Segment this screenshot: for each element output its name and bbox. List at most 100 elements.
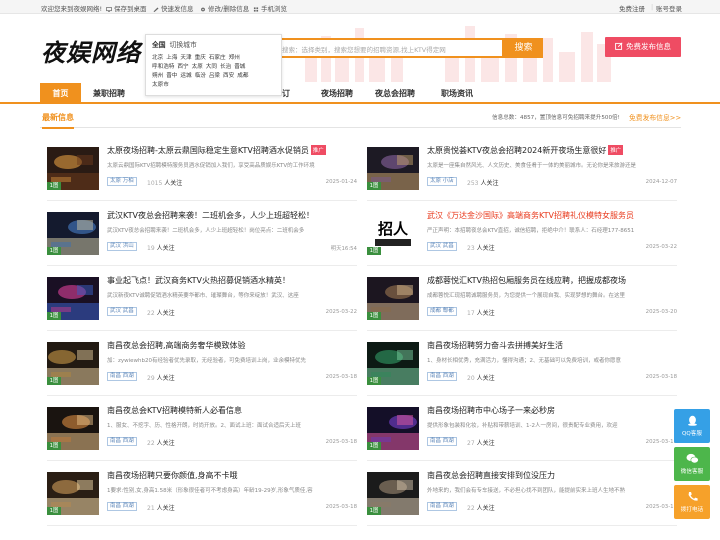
city-link[interactable]: 呼和浩特 bbox=[152, 64, 174, 70]
listing-card[interactable]: 1图 南昌夜场招聘只要你颜值,身高不卡哦 1要求:性别,女,身高1.58米（形象很佳… bbox=[47, 470, 357, 532]
city-link[interactable]: 郑州 bbox=[229, 55, 240, 61]
edit-icon bbox=[615, 42, 623, 50]
listing-title-text: 南昌夜总会招聘直接安排到位没压力 bbox=[427, 471, 555, 480]
listing-thumbnail[interactable]: 1图 bbox=[47, 212, 99, 255]
listing-title[interactable]: 南昌夜场招聘努力奋斗去拼搏美好生活 bbox=[427, 340, 563, 351]
location-chip[interactable]: 武汉 武昌 bbox=[107, 307, 137, 316]
listing-card[interactable]: 1图 太原夜场招聘-太原云鼎国际稳定生意KTV招聘酒水促销员 推广 太原云鼎国际KTV… bbox=[47, 145, 357, 207]
save-desktop-link[interactable]: 保存到桌面 bbox=[106, 3, 147, 13]
listing-card[interactable]: 1图 太原贵悦荟KTV夜总会招聘2024新开夜场生意很好 推广 太原是一座集自然风光、… bbox=[367, 145, 677, 207]
nav-item-club[interactable]: 夜总会招聘 bbox=[370, 83, 420, 104]
listing-title[interactable]: 南昌夜场招聘只要你颜值,身高不卡哦 bbox=[107, 470, 238, 481]
listing-title[interactable]: 事业起飞点！武汉商务KTV火热招募促销酒水精英！ bbox=[107, 275, 290, 286]
listing-title[interactable]: 武汉《万达金沙国际》高端商务KTV招聘礼仪模特女服务员 bbox=[427, 210, 634, 221]
location-chip[interactable]: 南昌 西湖 bbox=[107, 437, 137, 446]
attention-count: 1015 人关注 bbox=[147, 178, 182, 187]
listing-title[interactable]: 太原夜场招聘-太原云鼎国际稳定生意KTV招聘酒水促销员 推广 bbox=[107, 145, 326, 156]
listing-title[interactable]: 成都蓉悦汇KTV热招包厢服务员在线应聘，把握成都夜场 bbox=[427, 275, 626, 286]
register-link[interactable]: 免费注册 bbox=[619, 3, 645, 13]
city-link[interactable]: 晋城 bbox=[234, 64, 245, 70]
location-chip[interactable]: 武汉 洪山 bbox=[107, 242, 137, 251]
listing-title[interactable]: 武汉KTV夜总会招聘来袭！二班机会多，人少上班超轻松！ bbox=[107, 210, 314, 221]
location-chip[interactable]: 南昌 西湖 bbox=[427, 502, 457, 511]
photo-count-badge: 1图 bbox=[47, 442, 61, 450]
city-link[interactable]: 重庆 bbox=[195, 55, 206, 61]
listing-thumbnail[interactable]: 招人 1图 bbox=[367, 212, 419, 255]
listing-thumbnail[interactable]: 1图 bbox=[367, 342, 419, 385]
city-link[interactable]: 太原 bbox=[192, 64, 203, 70]
location-chip[interactable]: 武汉 武昌 bbox=[427, 242, 457, 251]
nav-item-parttime[interactable]: 兼职招聘 bbox=[84, 83, 134, 104]
float-wechat-button[interactable]: 微信客服 bbox=[674, 447, 710, 481]
float-qq-button[interactable]: QQ客服 bbox=[674, 409, 710, 443]
listing-card[interactable]: 1图 南昌夜总会招聘,高端商务奢华模致体验 加：zywiewhb20有经验者优先录取… bbox=[47, 340, 357, 402]
listing-card[interactable]: 1图 南昌夜场招聘努力奋斗去拼搏美好生活 1、身材长相优秀，充满活力，懂得沟通；2、… bbox=[367, 340, 677, 402]
city-link[interactable]: 西宁 bbox=[177, 64, 188, 70]
location-chip[interactable]: 成都 郫都 bbox=[427, 307, 457, 316]
listing-thumbnail[interactable]: 1图 bbox=[367, 472, 419, 515]
grid-icon bbox=[253, 6, 259, 12]
switch-city-link[interactable]: 切换城市 bbox=[170, 41, 197, 49]
page: 欢迎您来到夜娱网络! 保存到桌面 快速发信息 修改/删除信息 手机浏览 免费注册… bbox=[0, 0, 720, 540]
location-chip[interactable]: 南昌 西湖 bbox=[107, 502, 137, 511]
city-link[interactable]: 吕梁 bbox=[209, 73, 220, 79]
float-phone-button[interactable]: 拨打电话 bbox=[674, 485, 710, 519]
city-link[interactable]: 临汾 bbox=[195, 73, 206, 79]
edit-delete-link[interactable]: 修改/删除信息 bbox=[200, 3, 249, 13]
location-chip[interactable]: 南昌 西湖 bbox=[427, 372, 457, 381]
city-link[interactable]: 朔州 bbox=[152, 73, 163, 79]
listing-title[interactable]: 南昌夜总会招聘,高端商务奢华模致体验 bbox=[107, 340, 246, 351]
section-publish-link[interactable]: 免费发布信息>> bbox=[629, 112, 681, 122]
city-link[interactable]: 成都 bbox=[237, 73, 248, 79]
nav-item-home[interactable]: 首页 bbox=[40, 83, 81, 104]
listing-card[interactable]: 招人 1图 武汉《万达金沙国际》高端商务KTV招聘礼仪模特女服务员 严正声明：本招聘夜… bbox=[367, 210, 677, 272]
city-link[interactable]: 大同 bbox=[206, 64, 217, 70]
listing-thumbnail[interactable]: 1图 bbox=[47, 407, 99, 450]
listing-card[interactable]: 1图 南昌夜场招聘市中心场子一来必秒房 提供形象包装和化妆，补贴和带薪培训、1-2人… bbox=[367, 405, 677, 467]
location-chip[interactable]: 太原 万柏 bbox=[107, 177, 137, 186]
city-link[interactable]: 上海 bbox=[166, 55, 177, 61]
search-button[interactable]: 搜索 bbox=[504, 38, 543, 58]
mobile-link[interactable]: 手机浏览 bbox=[253, 3, 287, 13]
city-link[interactable]: 运城 bbox=[180, 73, 191, 79]
site-logo[interactable]: 夜娱网络 bbox=[41, 33, 141, 68]
city-link[interactable]: 北京 bbox=[152, 55, 163, 61]
listing-card[interactable]: 1图 南昌夜总会招聘直接安排到位没压力 外地来的，我们会有专车接送，不必担心找不到团… bbox=[367, 470, 677, 532]
quick-post-link[interactable]: 快速发信息 bbox=[153, 3, 194, 13]
listing-thumbnail[interactable]: 1图 bbox=[367, 147, 419, 190]
city-link[interactable]: 石家庄 bbox=[209, 55, 226, 61]
nav-item-nightclub[interactable]: 夜场招聘 bbox=[312, 83, 362, 104]
listing-title-text: 成都蓉悦汇KTV热招包厢服务员在线应聘，把握成都夜场 bbox=[427, 276, 626, 285]
listing-card[interactable]: 1图 南昌夜总会KTV招聘模特新人必看信息 1、服女、不挖字、历、性格开朗，时尚开放… bbox=[47, 405, 357, 467]
listing-title[interactable]: 南昌夜场招聘市中心场子一来必秒房 bbox=[427, 405, 555, 416]
listing-card[interactable]: 1图 武汉KTV夜总会招聘来袭！二班机会多，人少上班超轻松！ 武汉KTV夜总会招聘来… bbox=[47, 210, 357, 272]
listing-thumbnail[interactable]: 1图 bbox=[47, 277, 99, 320]
listing-thumbnail[interactable]: 1图 bbox=[367, 407, 419, 450]
listing-title[interactable]: 南昌夜总会KTV招聘模特新人必看信息 bbox=[107, 405, 242, 416]
attention-number: 19 bbox=[147, 245, 155, 252]
location-chip[interactable]: 南昌 西湖 bbox=[107, 372, 137, 381]
city-link[interactable]: 西安 bbox=[223, 73, 234, 79]
svg-text:招人: 招人 bbox=[378, 220, 409, 238]
listing-title[interactable]: 太原贵悦荟KTV夜总会招聘2024新开夜场生意很好 推广 bbox=[427, 145, 624, 156]
listing-card[interactable]: 1图 事业起飞点！武汉商务KTV火热招募促销酒水精英！ 武汉新夜KTV诚聘促销酒水精… bbox=[47, 275, 357, 337]
city-link[interactable]: 天津 bbox=[180, 55, 191, 61]
city-link[interactable]: 太原市 bbox=[152, 82, 169, 88]
location-chip[interactable]: 太原 小店 bbox=[427, 177, 457, 186]
location-chip[interactable]: 南昌 西湖 bbox=[427, 437, 457, 446]
city-link[interactable]: 晋中 bbox=[166, 73, 177, 79]
city-row: 北京 上海 天津 重庆 石家庄 郑州 bbox=[152, 54, 275, 63]
publish-button[interactable]: 免费发布信息 bbox=[605, 37, 681, 57]
listing-thumbnail[interactable]: 1图 bbox=[47, 472, 99, 515]
nav-item-news[interactable]: 职场资讯 bbox=[435, 83, 479, 104]
login-link[interactable]: 账号登录 bbox=[656, 3, 682, 13]
listing-thumbnail[interactable]: 1图 bbox=[47, 147, 99, 190]
listing-thumbnail[interactable]: 1图 bbox=[367, 277, 419, 320]
listing-card[interactable]: 1图 成都蓉悦汇KTV热招包厢服务员在线应聘，把握成都夜场 成都蓉悦汇现招聘诚聘服务… bbox=[367, 275, 677, 337]
attention-number: 27 bbox=[467, 440, 475, 447]
listing-title[interactable]: 南昌夜总会招聘直接安排到位没压力 bbox=[427, 470, 555, 481]
city-link[interactable]: 长治 bbox=[220, 64, 231, 70]
search-input[interactable]: 搜索：选择类别，搜索您想要的招聘资源,找上KTV得定网 bbox=[272, 38, 504, 58]
photo-count-badge: 1图 bbox=[47, 507, 61, 515]
listing-thumbnail[interactable]: 1图 bbox=[47, 342, 99, 385]
